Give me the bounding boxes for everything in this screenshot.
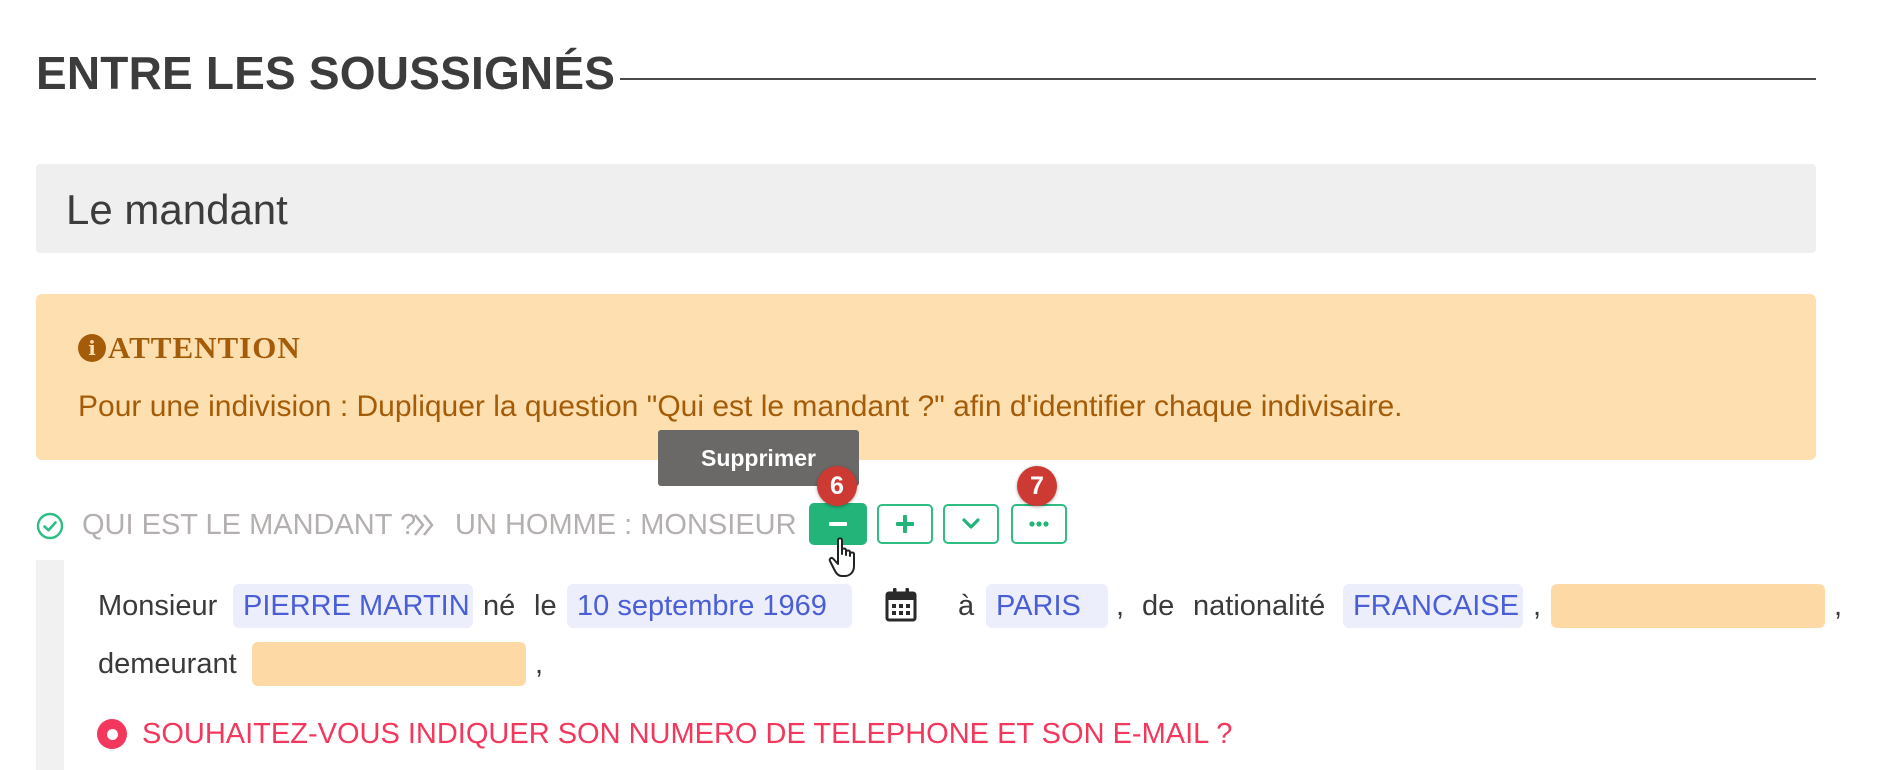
name-field[interactable]: PIERRE MARTIN — [233, 584, 473, 628]
ellipsis-icon — [1029, 521, 1049, 527]
section-title: ENTRE LES SOUSSIGNÉS — [36, 47, 616, 99]
warning-header: i ATTENTION — [78, 330, 301, 366]
comma-text: , — [1533, 590, 1542, 622]
calendar-icon[interactable] — [884, 587, 918, 623]
party-header: Le mandant — [36, 164, 1816, 253]
le-text: le — [534, 590, 557, 622]
nationality-field[interactable]: FRANCAISE — [1343, 584, 1523, 628]
de-text: de — [1142, 590, 1175, 622]
birth-place-field[interactable]: PARIS — [986, 584, 1108, 628]
sub-question-label[interactable]: SOUHAITEZ-VOUS INDIQUER SON NUMERO DE TE… — [142, 718, 1232, 751]
step-badge-more: 7 — [1017, 466, 1057, 506]
warning-alert: i ATTENTION Pour une indivision : Dupliq… — [36, 294, 1816, 460]
chevron-down-icon — [962, 518, 980, 529]
comma-text: , — [535, 648, 544, 680]
warning-text: Pour une indivision : Dupliquer la quest… — [78, 390, 1403, 423]
party-label: Le mandant — [66, 186, 288, 233]
nationality-word: nationalité — [1193, 590, 1326, 622]
hand-pointer-icon — [828, 537, 855, 577]
expand-button[interactable] — [943, 504, 999, 544]
question-answer[interactable]: UN HOMME : MONSIEUR — [455, 509, 797, 542]
a-text: à — [958, 590, 975, 622]
plus-icon — [896, 515, 914, 533]
question-rail — [36, 560, 64, 770]
minus-icon — [829, 522, 847, 526]
address-field[interactable] — [252, 642, 526, 686]
step-badge-remove: 6 — [817, 466, 857, 506]
title-divider — [620, 78, 1816, 80]
residing-text: demeurant — [98, 648, 237, 680]
comma-text: , — [1834, 590, 1843, 622]
civility-text: Monsieur — [98, 590, 218, 622]
comma-text: , — [1116, 590, 1125, 622]
birth-date-field[interactable]: 10 septembre 1969 — [567, 584, 852, 628]
question-label[interactable]: QUI EST LE MANDANT ? — [82, 509, 416, 542]
info-circle-icon: i — [78, 334, 106, 362]
add-button[interactable] — [877, 504, 933, 544]
born-text: né — [483, 590, 516, 622]
double-chevron-right-icon — [413, 514, 434, 536]
check-circle-icon — [36, 512, 64, 540]
more-options-button[interactable] — [1011, 504, 1067, 544]
extra-field[interactable] — [1551, 584, 1825, 628]
radio-dot-icon — [97, 719, 127, 749]
warning-title: ATTENTION — [108, 330, 301, 365]
